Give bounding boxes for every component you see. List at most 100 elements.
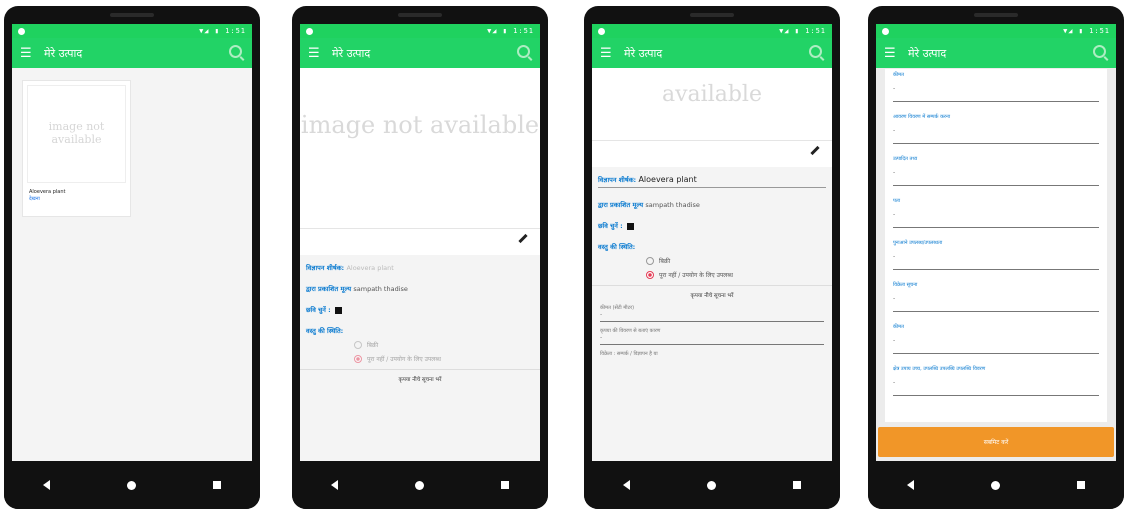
menu-icon[interactable]: ☰ (884, 46, 900, 61)
submit-button[interactable]: सबमिट करें (878, 427, 1114, 457)
radio-label: बिक्री (659, 258, 671, 265)
back-icon[interactable] (906, 480, 914, 490)
status-indicators: ▼◢ ▮ 1:51 (199, 27, 246, 35)
field-input[interactable]: - (893, 379, 1099, 396)
screen-product-detail: ▼◢ ▮ 1:51 ☰ मेरे उत्पाद image not availa… (300, 24, 540, 461)
radio-option-sale[interactable]: बिक्री (646, 257, 832, 265)
search-icon[interactable] (229, 45, 242, 58)
radio-option-available[interactable]: पूरा नहीं / उपयोग के लिए उपलब्ध (354, 355, 540, 363)
search-icon[interactable] (517, 45, 530, 58)
poster-label: द्वारा प्रकाशित मूल्य (306, 285, 352, 293)
field-input[interactable]: - (893, 253, 1099, 270)
form-field[interactable]: कीमत (सेंटी मीटर) - (600, 305, 824, 322)
field-input[interactable]: - (893, 127, 1099, 144)
radio-button-selected[interactable] (354, 355, 362, 363)
status-indicators: ▼◢ ▮ 1:51 (1063, 27, 1110, 35)
field-input[interactable]: - (600, 334, 824, 345)
notification-icon (882, 27, 889, 35)
home-icon[interactable] (990, 480, 1000, 490)
poster-value: sampath thadise (645, 201, 700, 209)
view-link[interactable]: देखना (29, 196, 130, 202)
screen-form: ▼◢ ▮ 1:51 ☰ मेरे उत्पाद कीमत - आवरण विवरण … (876, 24, 1116, 461)
phone-frame-2: ▼◢ ▮ 1:51 ☰ मेरे उत्पाद image not availa… (292, 6, 548, 509)
title-value[interactable]: Aloevera plant (638, 175, 696, 184)
image-placeholder-text: available (662, 82, 762, 107)
radio-button[interactable] (354, 341, 362, 349)
status-field: वस्तु की स्थिति: (598, 242, 826, 251)
image-picker-icon[interactable] (334, 306, 342, 314)
form-field[interactable]: कीमत - (885, 69, 1107, 111)
menu-icon[interactable]: ☰ (20, 46, 36, 61)
radio-label: पूरा नहीं / उपयोग के लिए उपलब्ध (659, 272, 733, 279)
back-icon[interactable] (622, 480, 630, 490)
section-title: कृपया नीचे सूचना भरें (592, 285, 832, 299)
title-label: विज्ञापन शीर्षक: (598, 176, 637, 184)
form-field[interactable]: पुनःआने उपलब्ध/उपलब्धता - (885, 237, 1107, 279)
app-bar: ☰ मेरे उत्पाद (300, 38, 540, 68)
form-panel: कीमत - आवरण विवरण में सम्पर्क करना - उत्पादि… (884, 68, 1108, 423)
product-name: Aloevera plant (29, 189, 66, 195)
product-card[interactable]: image not available Aloevera plant देखना (22, 80, 131, 217)
field-input[interactable]: - (893, 211, 1099, 228)
field-label: आवरण विवरण में सम्पर्क करना (893, 114, 951, 120)
status-bar: ▼◢ ▮ 1:51 (12, 24, 252, 38)
form-field[interactable]: कृपया की विवरण से बताएं कारण - (600, 328, 824, 345)
status-bar: ▼◢ ▮ 1:51 (300, 24, 540, 38)
home-icon[interactable] (414, 480, 424, 490)
notification-icon (598, 27, 605, 35)
form-field[interactable]: आवरण विवरण में सम्पर्क करना - (885, 111, 1107, 153)
image-upload-label: छवि चुनें : (598, 222, 623, 230)
image-picker-icon[interactable] (626, 222, 634, 230)
field-input[interactable]: - (893, 169, 1099, 186)
field-input[interactable]: - (893, 85, 1099, 102)
back-icon[interactable] (330, 480, 338, 490)
pencil-icon[interactable] (810, 145, 820, 156)
menu-icon[interactable]: ☰ (308, 46, 324, 61)
radio-option-available[interactable]: पूरा नहीं / उपयोग के लिए उपलब्ध (646, 271, 832, 279)
radio-button-selected[interactable] (646, 271, 654, 279)
recent-apps-icon[interactable] (793, 481, 802, 489)
status-label: वस्तु की स्थिति: (598, 243, 636, 251)
recent-apps-icon[interactable] (213, 481, 222, 489)
section-title: कृपया नीचे सूचना भरें (300, 369, 540, 383)
form-field[interactable]: क्षेत्र उपाय उच्च, उपलब्धि उपलब्धि उपलब्… (885, 363, 1107, 405)
app-title: मेरे उत्पाद (332, 46, 371, 60)
product-image-placeholder: image not available (27, 85, 126, 183)
notification-icon (18, 27, 25, 35)
menu-icon[interactable]: ☰ (600, 46, 616, 61)
pencil-icon[interactable] (518, 233, 528, 244)
radio-label: बिक्री (367, 342, 379, 349)
poster-value: sampath thadise (353, 285, 408, 293)
image-upload-field: छवि चुनें : (598, 221, 826, 230)
home-icon[interactable] (126, 480, 136, 490)
back-icon[interactable] (42, 480, 50, 490)
recent-apps-icon[interactable] (501, 481, 510, 489)
title-label: विज्ञापन शीर्षक: (306, 264, 345, 272)
recent-apps-icon[interactable] (1077, 481, 1086, 489)
field-label: उत्पादित तथ्य (893, 156, 918, 162)
form-field[interactable]: विक्रेता : सम्पर्क / विज्ञापन है या (600, 351, 824, 357)
search-icon[interactable] (809, 45, 822, 58)
field-input[interactable]: - (600, 311, 824, 322)
navigation-bar (868, 461, 1124, 509)
radio-option-sale[interactable]: बिक्री (354, 341, 540, 349)
speaker (974, 13, 1018, 17)
field-label: कीमत (893, 324, 904, 330)
app-bar: ☰ मेरे उत्पाद (592, 38, 832, 68)
field-label: पता (893, 198, 900, 204)
title-value[interactable]: Aloevera plant (346, 264, 393, 272)
form-field[interactable]: विक्रेता सूचना - (885, 279, 1107, 321)
search-icon[interactable] (1093, 45, 1106, 58)
field-label: पुनःआने उपलब्ध/उपलब्धता (893, 240, 943, 246)
form-field[interactable]: उत्पादित तथ्य - (885, 153, 1107, 195)
form-field[interactable]: कीमत - (885, 321, 1107, 363)
navigation-bar (292, 461, 548, 509)
status-field: वस्तु की स्थिति: (306, 326, 534, 335)
field-input[interactable]: - (893, 295, 1099, 312)
field-input[interactable]: - (893, 337, 1099, 354)
radio-button[interactable] (646, 257, 654, 265)
home-icon[interactable] (706, 480, 716, 490)
form-field[interactable]: पता - (885, 195, 1107, 237)
app-title: मेरे उत्पाद (44, 46, 83, 60)
poster-field: द्वारा प्रकाशित मूल्य sampath thadise (598, 200, 826, 209)
